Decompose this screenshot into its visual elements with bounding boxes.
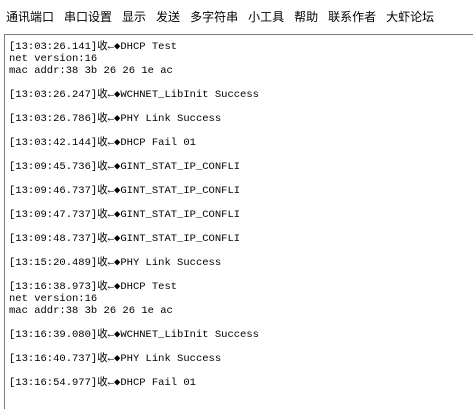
menu-comm-port[interactable]: 通讯端口 [0, 7, 59, 27]
menu-tools[interactable]: 小工具 [243, 7, 289, 27]
menu-help[interactable]: 帮助 [289, 7, 323, 27]
menu-serial-settings[interactable]: 串口设置 [59, 7, 117, 27]
receive-log-text: [13:03:26.141]收←◆DHCP Test net version:1… [9, 41, 259, 389]
menu-send[interactable]: 发送 [151, 7, 185, 27]
menu-display[interactable]: 显示 [117, 7, 151, 27]
menu-bar: 通讯端口 串口设置 显示 发送 多字符串 小工具 帮助 联系作者 大虾论坛 [0, 0, 473, 34]
menu-forum[interactable]: 大虾论坛 [381, 7, 439, 27]
menu-contact-author[interactable]: 联系作者 [323, 7, 381, 27]
menu-multi-string[interactable]: 多字符串 [185, 7, 243, 27]
receive-log-area[interactable]: [13:03:26.141]收←◆DHCP Test net version:1… [5, 35, 473, 409]
